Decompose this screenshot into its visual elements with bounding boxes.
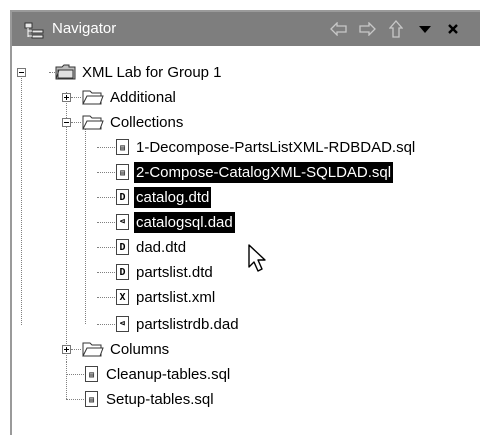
tree-guide-line — [97, 197, 115, 198]
tree-guide-line — [85, 122, 86, 324]
dad-file-icon: ⊲ — [116, 214, 129, 230]
expand-toggle[interactable] — [62, 345, 71, 354]
tree-item-file[interactable]: 1-Decompose-PartsListXML-RDBDAD.sql — [134, 135, 417, 159]
tree-guide-line — [97, 172, 115, 173]
sql-file-icon: ▤ — [85, 391, 98, 407]
tree-item-file[interactable]: partslistrdb.dad — [134, 312, 241, 336]
dtd-file-icon: D — [116, 239, 129, 255]
tree-item-collections[interactable]: Collections — [108, 110, 185, 134]
tree-guide-line — [97, 247, 115, 248]
tree-guide-line — [97, 222, 115, 223]
close-icon[interactable] — [443, 20, 463, 38]
sql-file-icon: ▤ — [85, 366, 98, 382]
tree-item-label: catalogsql.dad — [134, 211, 235, 233]
back-arrow-icon[interactable] — [329, 20, 349, 38]
tree-item-label: partslistrdb.dad — [136, 315, 239, 333]
tree-item-file[interactable]: partslist.xml — [134, 285, 217, 309]
tree-item-label: XML Lab for Group 1 — [82, 63, 222, 81]
tree-guide-line — [97, 272, 115, 273]
sql-file-icon: ▤ — [116, 164, 129, 180]
tree-item-file-selected[interactable]: 2-Compose-CatalogXML-SQLDAD.sql — [134, 160, 394, 184]
resource-tree: XML Lab for Group 1 Additional Collectio… — [12, 46, 480, 435]
tree-guide-line — [21, 72, 22, 325]
forward-arrow-icon[interactable] — [357, 20, 377, 38]
mouse-pointer-icon — [247, 243, 269, 278]
expand-toggle[interactable] — [62, 93, 71, 102]
tree-item-label: 1-Decompose-PartsListXML-RDBDAD.sql — [136, 138, 416, 156]
project-folder-icon — [55, 64, 77, 80]
tree-item-file[interactable]: dad.dtd — [134, 235, 188, 259]
tree-guide-line — [97, 147, 115, 148]
view-titlebar: Navigator — [12, 12, 480, 46]
sql-file-icon: ▤ — [116, 139, 129, 155]
collapse-toggle[interactable] — [17, 68, 26, 77]
tree-item-file-selected[interactable]: catalogsql.dad — [134, 210, 235, 234]
tree-item-label: Columns — [110, 340, 170, 358]
tree-guide-line — [66, 92, 67, 362]
folder-icon — [82, 341, 104, 357]
navigator-view: Navigator XML Lab for Group 1 Additional… — [10, 10, 480, 435]
folder-open-icon — [82, 114, 104, 130]
dad-file-icon: ⊲ — [116, 316, 129, 332]
view-menu-icon[interactable] — [415, 20, 435, 38]
tree-item-file[interactable]: partslist.dtd — [134, 260, 215, 284]
navigator-view-icon — [24, 21, 44, 39]
tree-guide-line — [97, 297, 115, 298]
tree-item-label: 2-Compose-CatalogXML-SQLDAD.sql — [134, 161, 394, 183]
tree-item-file-selected[interactable]: catalog.dtd — [134, 185, 212, 209]
dtd-file-icon: D — [116, 264, 129, 280]
xml-file-icon: X — [116, 289, 129, 305]
tree-guide-line — [66, 399, 84, 400]
tree-item-label: Additional — [110, 88, 176, 106]
tree-item-additional[interactable]: Additional — [108, 85, 178, 109]
tree-item-file[interactable]: Setup-tables.sql — [104, 387, 216, 411]
tree-guide-line — [71, 349, 81, 350]
tree-guide-line — [71, 122, 81, 123]
tree-item-label: Collections — [110, 113, 184, 131]
tree-item-root[interactable]: XML Lab for Group 1 — [80, 60, 224, 84]
view-title: Navigator — [52, 20, 117, 37]
tree-item-columns[interactable]: Columns — [108, 337, 171, 361]
tree-item-label: Cleanup-tables.sql — [106, 365, 231, 383]
tree-guide-line — [66, 362, 67, 399]
tree-guide-line — [71, 97, 81, 98]
tree-item-label: Setup-tables.sql — [106, 390, 214, 408]
tree-guide-line — [97, 324, 115, 325]
tree-guide-line — [66, 374, 84, 375]
up-arrow-icon[interactable] — [386, 20, 406, 38]
tree-item-label: partslist.dtd — [136, 263, 213, 281]
dtd-file-icon: D — [116, 189, 129, 205]
tree-item-file[interactable]: Cleanup-tables.sql — [104, 362, 232, 386]
tree-item-label: partslist.xml — [136, 288, 216, 306]
tree-item-label: catalog.dtd — [134, 186, 212, 208]
folder-icon — [82, 89, 104, 105]
tree-item-label: dad.dtd — [136, 238, 187, 256]
collapse-toggle[interactable] — [62, 118, 71, 127]
